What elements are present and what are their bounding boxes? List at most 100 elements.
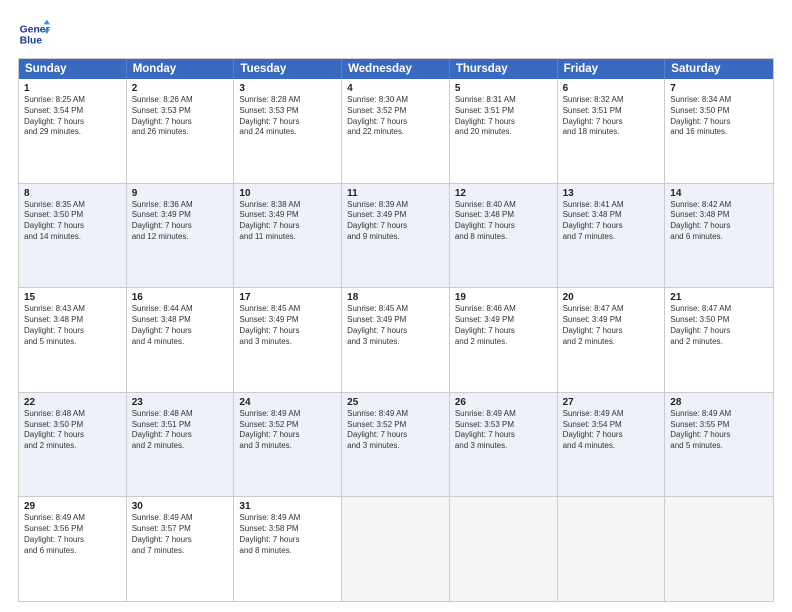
cell-info-line: and 2 minutes. [563,337,660,348]
empty-cell [342,497,450,601]
cell-info-line: Sunset: 3:52 PM [239,420,336,431]
cell-info-line: Sunset: 3:51 PM [455,106,552,117]
day-number: 18 [347,292,444,303]
cell-info-line: and 24 minutes. [239,127,336,138]
cell-info-line: Daylight: 7 hours [24,535,121,546]
cell-info-line: Sunrise: 8:44 AM [132,304,229,315]
cell-info-line: Sunrise: 8:48 AM [24,409,121,420]
cell-info-line: Daylight: 7 hours [670,221,768,232]
cell-info-line: Daylight: 7 hours [239,535,336,546]
calendar-cell-14: 14Sunrise: 8:42 AMSunset: 3:48 PMDayligh… [665,184,773,288]
day-number: 16 [132,292,229,303]
cell-info-line: and 11 minutes. [239,232,336,243]
calendar-body: 1Sunrise: 8:25 AMSunset: 3:54 PMDaylight… [19,79,773,601]
calendar-cell-15: 15Sunrise: 8:43 AMSunset: 3:48 PMDayligh… [19,288,127,392]
day-number: 26 [455,397,552,408]
cell-info-line: Sunset: 3:49 PM [563,315,660,326]
cell-info-line: Sunrise: 8:49 AM [239,409,336,420]
cell-info-line: Sunset: 3:53 PM [455,420,552,431]
calendar-cell-28: 28Sunrise: 8:49 AMSunset: 3:55 PMDayligh… [665,393,773,497]
cell-info-line: Sunrise: 8:32 AM [563,95,660,106]
cell-info-line: Daylight: 7 hours [239,430,336,441]
cell-info-line: Daylight: 7 hours [132,117,229,128]
calendar-cell-24: 24Sunrise: 8:49 AMSunset: 3:52 PMDayligh… [234,393,342,497]
header-day-friday: Friday [558,59,666,79]
cell-info-line: and 3 minutes. [455,441,552,452]
cell-info-line: Sunset: 3:49 PM [239,315,336,326]
day-number: 28 [670,397,768,408]
cell-info-line: Sunrise: 8:46 AM [455,304,552,315]
cell-info-line: Sunset: 3:52 PM [347,106,444,117]
cell-info-line: Sunset: 3:48 PM [670,210,768,221]
cell-info-line: Sunrise: 8:49 AM [563,409,660,420]
calendar-header: SundayMondayTuesdayWednesdayThursdayFrid… [19,59,773,79]
cell-info-line: Sunrise: 8:41 AM [563,200,660,211]
calendar-cell-1: 1Sunrise: 8:25 AMSunset: 3:54 PMDaylight… [19,79,127,183]
calendar-cell-27: 27Sunrise: 8:49 AMSunset: 3:54 PMDayligh… [558,393,666,497]
calendar-cell-7: 7Sunrise: 8:34 AMSunset: 3:50 PMDaylight… [665,79,773,183]
cell-info-line: and 14 minutes. [24,232,121,243]
cell-info-line: Daylight: 7 hours [347,326,444,337]
cell-info-line: Daylight: 7 hours [563,221,660,232]
cell-info-line: Sunrise: 8:38 AM [239,200,336,211]
cell-info-line: Daylight: 7 hours [239,117,336,128]
day-number: 22 [24,397,121,408]
cell-info-line: and 9 minutes. [347,232,444,243]
cell-info-line: and 6 minutes. [670,232,768,243]
cell-info-line: and 2 minutes. [455,337,552,348]
cell-info-line: and 16 minutes. [670,127,768,138]
day-number: 11 [347,188,444,199]
cell-info-line: and 3 minutes. [347,337,444,348]
cell-info-line: Sunrise: 8:45 AM [239,304,336,315]
cell-info-line: Sunrise: 8:49 AM [670,409,768,420]
cell-info-line: Sunrise: 8:48 AM [132,409,229,420]
day-number: 12 [455,188,552,199]
calendar-cell-29: 29Sunrise: 8:49 AMSunset: 3:56 PMDayligh… [19,497,127,601]
cell-info-line: Daylight: 7 hours [455,117,552,128]
day-number: 19 [455,292,552,303]
svg-text:Blue: Blue [20,36,43,47]
cell-info-line: Sunset: 3:51 PM [563,106,660,117]
cell-info-line: Daylight: 7 hours [455,326,552,337]
cell-info-line: Sunset: 3:54 PM [24,106,121,117]
cell-info-line: Sunset: 3:54 PM [563,420,660,431]
cell-info-line: Sunrise: 8:42 AM [670,200,768,211]
cell-info-line: Daylight: 7 hours [132,535,229,546]
calendar-cell-16: 16Sunrise: 8:44 AMSunset: 3:48 PMDayligh… [127,288,235,392]
calendar-cell-9: 9Sunrise: 8:36 AMSunset: 3:49 PMDaylight… [127,184,235,288]
day-number: 15 [24,292,121,303]
cell-info-line: Sunset: 3:56 PM [24,524,121,535]
day-number: 29 [24,501,121,512]
calendar-cell-4: 4Sunrise: 8:30 AMSunset: 3:52 PMDaylight… [342,79,450,183]
day-number: 30 [132,501,229,512]
cell-info-line: Daylight: 7 hours [347,117,444,128]
cell-info-line: Sunset: 3:53 PM [132,106,229,117]
empty-cell [450,497,558,601]
header-day-saturday: Saturday [665,59,773,79]
cell-info-line: and 22 minutes. [347,127,444,138]
day-number: 27 [563,397,660,408]
cell-info-line: Sunrise: 8:47 AM [670,304,768,315]
day-number: 2 [132,83,229,94]
cell-info-line: Sunrise: 8:49 AM [347,409,444,420]
day-number: 8 [24,188,121,199]
cell-info-line: Sunset: 3:49 PM [347,210,444,221]
calendar-cell-3: 3Sunrise: 8:28 AMSunset: 3:53 PMDaylight… [234,79,342,183]
cell-info-line: Sunset: 3:57 PM [132,524,229,535]
logo-icon: General Blue [18,18,50,50]
calendar-cell-13: 13Sunrise: 8:41 AMSunset: 3:48 PMDayligh… [558,184,666,288]
cell-info-line: Sunset: 3:48 PM [24,315,121,326]
cell-info-line: Sunset: 3:49 PM [347,315,444,326]
cell-info-line: Sunset: 3:49 PM [132,210,229,221]
cell-info-line: Daylight: 7 hours [347,430,444,441]
cell-info-line: Sunset: 3:53 PM [239,106,336,117]
cell-info-line: Sunset: 3:55 PM [670,420,768,431]
calendar-row: 29Sunrise: 8:49 AMSunset: 3:56 PMDayligh… [19,497,773,601]
cell-info-line: Sunrise: 8:45 AM [347,304,444,315]
day-number: 9 [132,188,229,199]
cell-info-line: Daylight: 7 hours [24,430,121,441]
cell-info-line: and 29 minutes. [24,127,121,138]
calendar-cell-2: 2Sunrise: 8:26 AMSunset: 3:53 PMDaylight… [127,79,235,183]
cell-info-line: and 18 minutes. [563,127,660,138]
cell-info-line: and 20 minutes. [455,127,552,138]
